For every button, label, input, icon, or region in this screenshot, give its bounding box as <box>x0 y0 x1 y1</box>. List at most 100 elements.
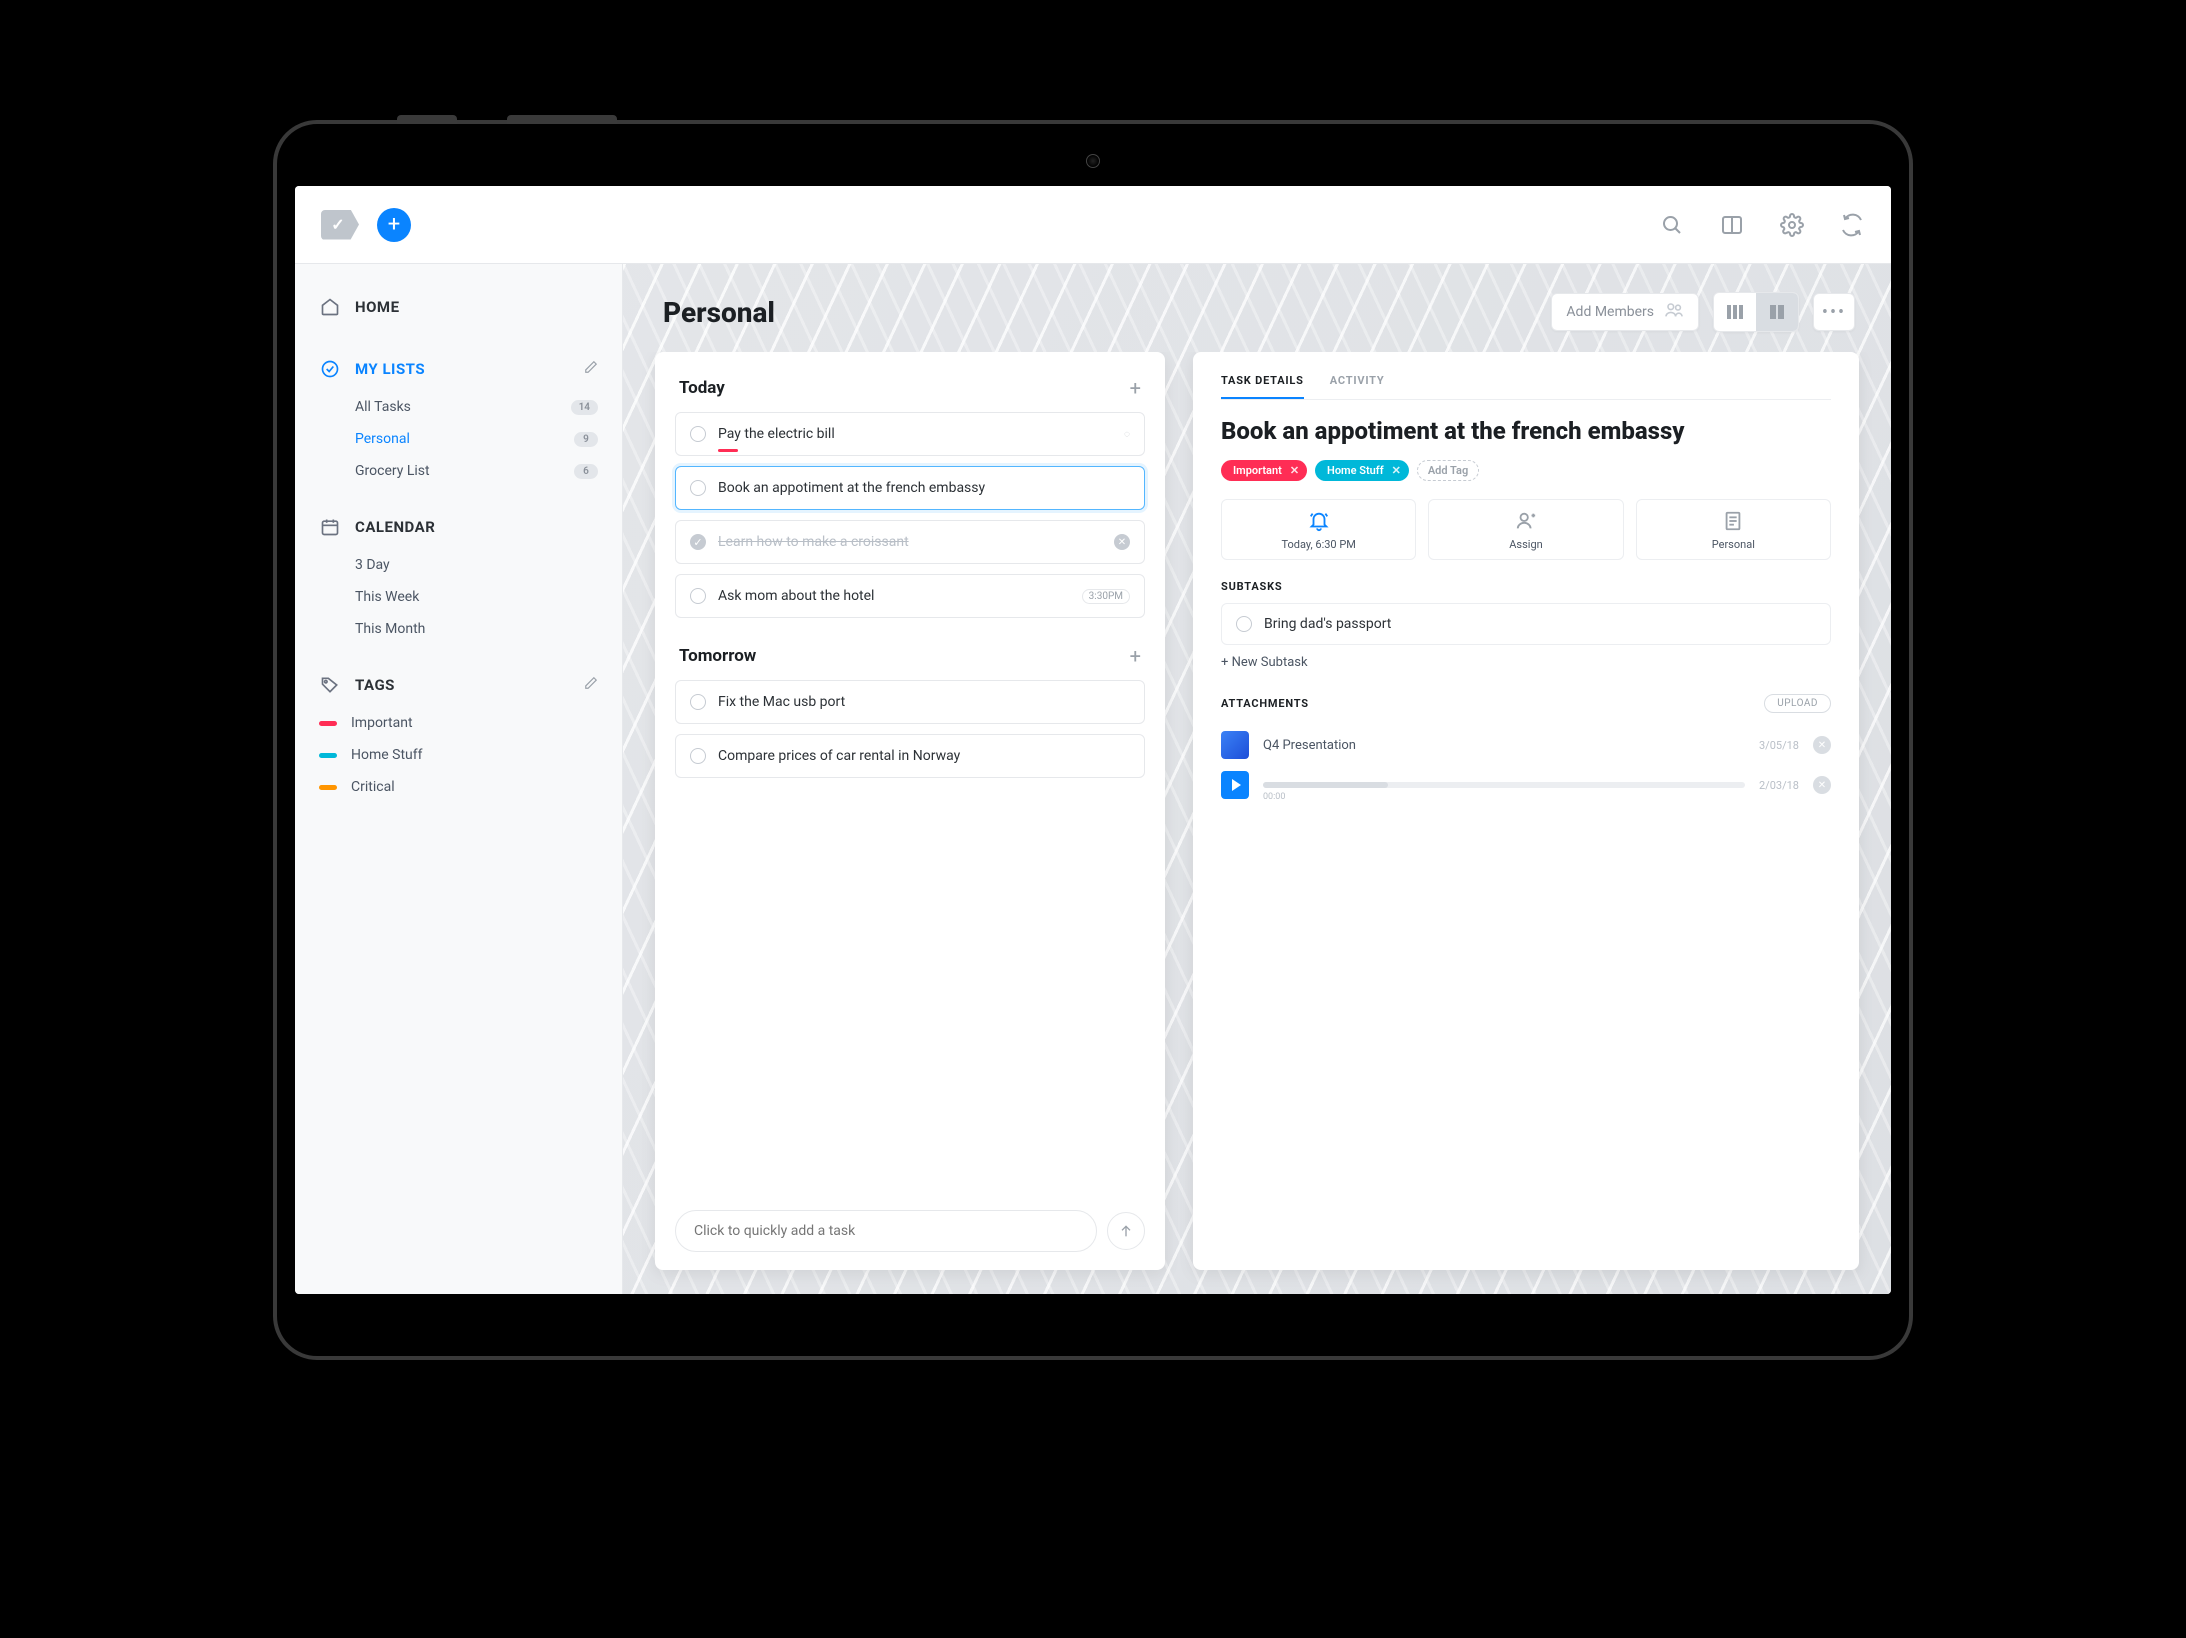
sidebar-cal-week[interactable]: This Week <box>295 582 622 612</box>
task-check[interactable] <box>690 694 706 710</box>
sidebar-cal-3day[interactable]: 3 Day <box>295 550 622 580</box>
sidebar-cal-month[interactable]: This Month <box>295 614 622 644</box>
upload-progress-bar <box>1263 782 1745 788</box>
add-tag-button[interactable]: Add Tag <box>1417 460 1479 481</box>
view-columns-button[interactable] <box>1714 293 1756 331</box>
tag-icon <box>319 674 341 696</box>
more-button[interactable]: ••• <box>1813 293 1855 331</box>
chip-remove-icon[interactable]: ✕ <box>1392 464 1401 477</box>
sidebar-calendar[interactable]: CALENDAR <box>295 506 622 548</box>
task-card[interactable]: Compare prices of car rental in Norway <box>675 734 1145 778</box>
progress-time-label: 00:00 <box>1263 792 1285 802</box>
task-card-done[interactable]: Learn how to make a croissant ✕ <box>675 520 1145 564</box>
edit-icon[interactable] <box>584 360 598 378</box>
syncing-icon: ◌ <box>1124 429 1130 440</box>
app-logo-icon[interactable] <box>321 210 359 240</box>
upload-button[interactable]: UPLOAD <box>1764 694 1831 713</box>
assign-icon <box>1515 510 1537 532</box>
panels-icon[interactable] <box>1719 212 1745 238</box>
assign-card[interactable]: Assign <box>1428 499 1623 560</box>
group-today-header: Today + <box>675 370 1145 412</box>
attachment-row[interactable]: 00:00 2/03/18 ✕ <box>1221 765 1831 805</box>
tag-chips: Important✕ Home Stuff✕ Add Tag <box>1221 460 1831 481</box>
attachment-name: Q4 Presentation <box>1263 738 1745 753</box>
important-accent <box>718 449 738 452</box>
add-task-today-button[interactable]: + <box>1130 376 1141 400</box>
detail-column: TASK DETAILS ACTIVITY Book an appotiment… <box>1193 352 1859 1270</box>
tab-task-details[interactable]: TASK DETAILS <box>1221 374 1304 399</box>
tasks-column: Today + Pay the electric bill ◌ Book an … <box>655 352 1165 1270</box>
task-check[interactable] <box>690 748 706 764</box>
sidebar: HOME MY LISTS All Tasks 14 Personal 9 <box>295 264 623 1294</box>
home-icon <box>319 296 341 318</box>
chip-remove-icon[interactable]: ✕ <box>1290 464 1299 477</box>
sidebar-home[interactable]: HOME <box>295 286 622 328</box>
view-split-button[interactable] <box>1756 293 1798 331</box>
subtask-title: Bring dad's passport <box>1264 616 1391 632</box>
sync-icon[interactable] <box>1839 212 1865 238</box>
calendar-icon <box>319 516 341 538</box>
task-card-selected[interactable]: Book an appotiment at the french embassy <box>675 466 1145 510</box>
sidebar-tag-important[interactable]: Important <box>295 708 622 738</box>
view-toggle <box>1713 292 1799 332</box>
page-title: Personal <box>663 296 1551 329</box>
new-subtask-button[interactable]: + New Subtask <box>1221 655 1831 670</box>
task-card[interactable]: Pay the electric bill ◌ <box>675 412 1145 456</box>
attachment-row[interactable]: Q4 Presentation 3/05/18 ✕ <box>1221 725 1831 765</box>
chip-important[interactable]: Important✕ <box>1221 460 1307 481</box>
sidebar-my-lists-label: MY LISTS <box>355 360 425 378</box>
task-check[interactable] <box>690 588 706 604</box>
tablet-frame: + H <box>273 120 1913 1360</box>
task-card[interactable]: Ask mom about the hotel 3:30PM <box>675 574 1145 618</box>
sidebar-tag-critical[interactable]: Critical <box>295 772 622 802</box>
note-icon <box>1722 510 1744 532</box>
play-thumb-icon <box>1221 771 1249 799</box>
task-title: Ask mom about the hotel <box>718 588 1070 604</box>
sidebar-my-lists[interactable]: MY LISTS <box>295 348 622 390</box>
list-card[interactable]: Personal <box>1636 499 1831 560</box>
sidebar-home-label: HOME <box>355 298 400 316</box>
settings-icon[interactable] <box>1779 212 1805 238</box>
reminder-card[interactable]: Today, 6:30 PM <box>1221 499 1416 560</box>
detail-title: Book an appotiment at the french embassy <box>1221 416 1831 446</box>
task-check[interactable] <box>690 480 706 496</box>
quick-add-input[interactable] <box>675 1210 1097 1252</box>
task-title: Book an appotiment at the french embassy <box>718 480 1130 496</box>
attachments-label: ATTACHMENTS <box>1221 697 1309 710</box>
sidebar-list-grocery[interactable]: Grocery List 6 <box>295 456 622 486</box>
task-title: Fix the Mac usb port <box>718 694 1130 710</box>
tablet-volume-button <box>507 115 617 124</box>
tag-swatch <box>319 785 337 790</box>
add-members-button[interactable]: Add Members <box>1551 293 1699 331</box>
sidebar-calendar-label: CALENDAR <box>355 518 435 536</box>
attachment-date: 2/03/18 <box>1759 779 1799 792</box>
subtask-card[interactable]: Bring dad's passport <box>1221 603 1831 645</box>
list-label: Personal <box>355 431 410 447</box>
group-title: Today <box>679 378 1130 398</box>
list-label: All Tasks <box>355 399 411 415</box>
sidebar-tag-home-stuff[interactable]: Home Stuff <box>295 740 622 770</box>
doc-thumb-icon <box>1221 731 1249 759</box>
attachment-remove-button[interactable]: ✕ <box>1813 776 1831 794</box>
count-badge: 6 <box>574 464 598 479</box>
sidebar-tags[interactable]: TAGS <box>295 664 622 706</box>
detail-tabs: TASK DETAILS ACTIVITY <box>1221 374 1831 400</box>
edit-icon[interactable] <box>584 676 598 694</box>
people-icon <box>1664 302 1684 322</box>
add-task-tomorrow-button[interactable]: + <box>1130 644 1141 668</box>
check-circle-icon <box>319 358 341 380</box>
search-icon[interactable] <box>1659 212 1685 238</box>
task-remove-button[interactable]: ✕ <box>1114 534 1130 550</box>
task-check-done[interactable] <box>690 534 706 550</box>
sidebar-list-all-tasks[interactable]: All Tasks 14 <box>295 392 622 422</box>
quick-add-send-button[interactable] <box>1107 1212 1145 1250</box>
attachment-remove-button[interactable]: ✕ <box>1813 736 1831 754</box>
task-check[interactable] <box>690 426 706 442</box>
sidebar-list-personal[interactable]: Personal 9 <box>295 424 622 454</box>
tab-activity[interactable]: ACTIVITY <box>1330 374 1385 399</box>
chip-home-stuff[interactable]: Home Stuff✕ <box>1315 460 1409 481</box>
subtask-check[interactable] <box>1236 616 1252 632</box>
main-area: Personal Add Members ••• <box>623 264 1891 1294</box>
add-task-button[interactable]: + <box>377 208 411 242</box>
task-card[interactable]: Fix the Mac usb port <box>675 680 1145 724</box>
